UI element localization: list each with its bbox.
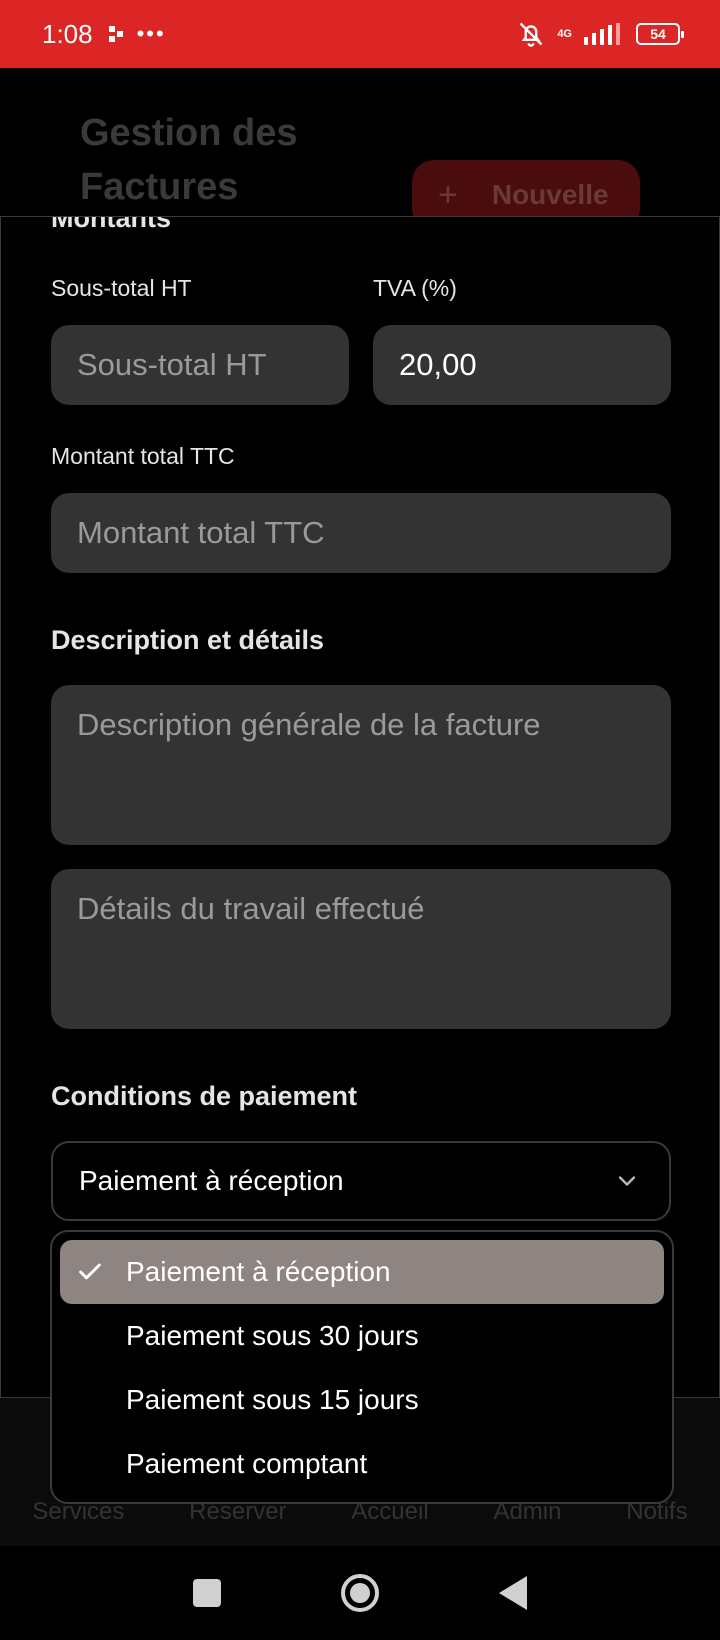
background-header: Gestion des Factures + Nouvelle (0, 68, 720, 230)
battery-icon: 54 (636, 23, 684, 45)
network-type-label: 4G (557, 27, 572, 40)
subtotal-input[interactable]: Sous-total HT (51, 325, 349, 405)
tva-label: TVA (%) (373, 275, 457, 301)
option-label: Paiement comptant (126, 1448, 368, 1479)
status-time: 1:08 (42, 18, 93, 49)
option-paiement-15-jours[interactable]: Paiement sous 15 jours (60, 1368, 664, 1432)
chevron-down-icon (618, 1176, 636, 1186)
total-label: Montant total TTC (51, 443, 235, 469)
invoice-form-modal[interactable]: Montants Sous-total HT TVA (%) Sous-tota… (0, 216, 720, 1398)
system-navigation-bar (0, 1546, 720, 1640)
payment-terms-dropdown: Paiement à réception Paiement sous 30 jo… (50, 1230, 674, 1504)
payment-section-title: Conditions de paiement (51, 1081, 358, 1111)
payment-terms-select[interactable]: Paiement à réception (51, 1141, 671, 1221)
check-icon (79, 1263, 101, 1280)
signal-icon (584, 23, 620, 45)
option-paiement-reception[interactable]: Paiement à réception (60, 1240, 664, 1304)
mute-bell-icon (519, 22, 543, 47)
description-textarea[interactable]: Description générale de la facture (51, 685, 671, 845)
option-paiement-comptant[interactable]: Paiement comptant (60, 1432, 664, 1496)
back-button[interactable] (499, 1576, 527, 1610)
new-invoice-label: Nouvelle (491, 179, 609, 210)
total-input[interactable]: Montant total TTC (51, 493, 671, 573)
home-button[interactable] (341, 1574, 379, 1612)
media-icon (108, 26, 123, 42)
option-label: Paiement sous 15 jours (126, 1384, 419, 1415)
status-right: 4G 54 (517, 20, 684, 48)
subtotal-label: Sous-total HT (51, 275, 192, 301)
tva-input[interactable]: 20,00 (373, 325, 671, 405)
option-label: Paiement sous 30 jours (126, 1320, 419, 1351)
option-label: Paiement à réception (126, 1256, 391, 1287)
description-section-title: Description et détails (51, 625, 325, 655)
page-title: Gestion des Factures (80, 112, 298, 208)
amounts-section-title: Montants (51, 216, 171, 233)
screen: 1:08 ••• 4G 54 Gestion des Factures + No… (0, 0, 720, 1640)
battery-level: 54 (650, 26, 666, 42)
plus-icon: + (438, 175, 458, 214)
payment-terms-value: Paiement à réception (79, 1165, 344, 1196)
details-textarea[interactable]: Détails du travail effectué (51, 869, 671, 1029)
more-notifications-icon: ••• (136, 21, 166, 46)
status-notification-icons: ••• (108, 21, 166, 47)
status-bar: 1:08 ••• 4G 54 (0, 0, 720, 68)
option-paiement-30-jours[interactable]: Paiement sous 30 jours (60, 1304, 664, 1368)
recents-button[interactable] (193, 1579, 221, 1607)
